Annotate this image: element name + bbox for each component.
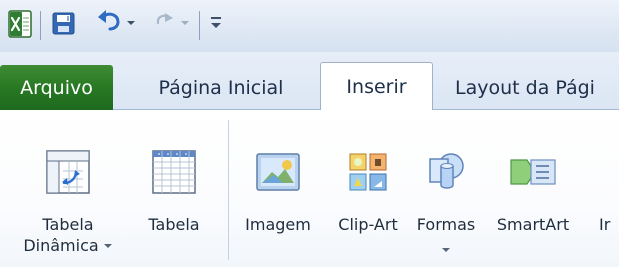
shapes-label: Formas [416,215,476,234]
qat-separator-right [199,11,200,40]
partial-command[interactable]: Ir [599,128,619,256]
pivot-table-icon [42,146,94,198]
clip-art-icon [342,146,394,198]
picture-icon [252,146,304,198]
pivot-table-label-line2: Dinâmica [14,235,122,256]
picture-button[interactable]: Imagem [235,128,321,256]
tab-layout-da-pagina[interactable]: Layout da Pági [440,65,619,110]
ribbon-tab-strip: Arquivo Página Inicial Inserir Layout da… [0,52,619,111]
chevron-down-icon[interactable] [441,239,451,252]
tab-arquivo[interactable]: Arquivo [0,65,113,110]
undo-icon[interactable] [96,9,122,32]
chevron-down-icon[interactable] [125,17,137,29]
shapes-button[interactable]: Formas [407,128,485,256]
smartart-label: SmartArt [496,215,570,234]
chevron-down-icon[interactable] [103,242,113,250]
smartart-button[interactable]: SmartArt [483,128,583,256]
pivot-table-button[interactable]: Tabela Dinâmica [14,128,122,256]
clip-art-label: Clip-Art [338,215,398,234]
redo-icon[interactable] [152,10,175,31]
excel-ribbon-window: Arquivo Página Inicial Inserir Layout da… [0,0,619,267]
qat-separator-left [40,11,41,40]
shapes-icon [420,146,472,198]
table-icon [148,146,200,198]
customize-toolbar-icon[interactable] [209,15,223,31]
table-label: Tabela [148,215,200,234]
quick-access-toolbar [0,0,619,52]
picture-label: Imagem [245,215,311,234]
table-button[interactable]: Tabela [128,128,220,256]
pivot-table-label-line2-text: Dinâmica [23,236,99,255]
clip-art-button[interactable]: Clip-Art [326,128,410,256]
excel-icon[interactable] [8,10,32,38]
ribbon-insert-panel: Tabela Dinâmica Tabela Imagem Clip-Art F… [0,110,619,267]
smartart-icon [507,146,559,198]
tab-pagina-inicial[interactable]: Página Inicial [136,65,306,110]
partial-command-label: Ir [599,215,611,234]
pivot-table-label-line1: Tabela [42,215,94,234]
chevron-down-icon[interactable] [179,17,191,29]
save-icon[interactable] [51,11,76,36]
ribbon-group-separator [228,120,229,260]
tab-inserir[interactable]: Inserir [320,62,433,111]
